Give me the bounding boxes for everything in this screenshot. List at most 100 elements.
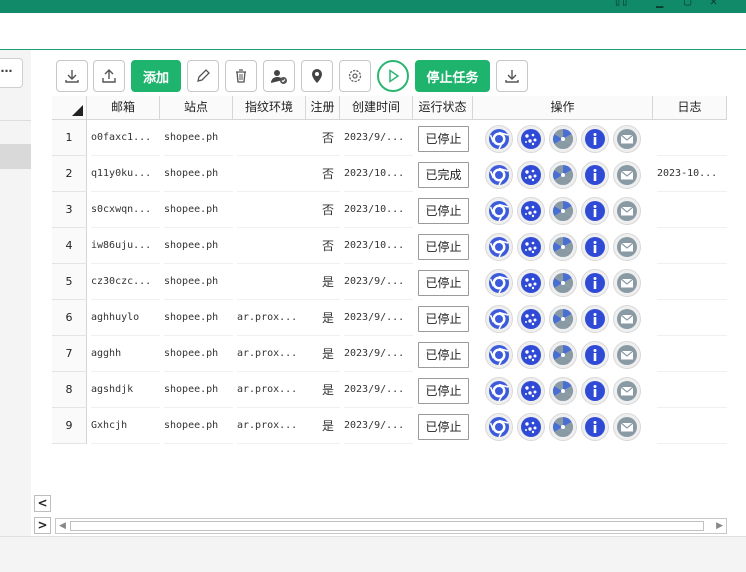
restore-icon[interactable]: ▯▯ xyxy=(614,0,628,8)
chrome-button[interactable] xyxy=(485,197,513,225)
cookie-button[interactable] xyxy=(517,269,545,297)
fan-button[interactable] xyxy=(549,341,577,369)
fan-button[interactable] xyxy=(549,269,577,297)
info-button[interactable] xyxy=(581,233,609,261)
column-header-actions[interactable]: 操作 xyxy=(473,96,653,120)
mail-button[interactable] xyxy=(613,233,641,261)
info-button[interactable] xyxy=(581,305,609,333)
selected-list-item[interactable] xyxy=(0,144,31,169)
mail-button[interactable] xyxy=(613,197,641,225)
status-button[interactable]: 已停止 xyxy=(418,306,469,332)
column-header-site[interactable]: 站点 xyxy=(160,96,233,120)
row-number[interactable]: 8 xyxy=(52,372,87,408)
row-number[interactable]: 2 xyxy=(52,156,87,192)
status-button[interactable]: 已停止 xyxy=(418,342,469,368)
row-number[interactable]: 1 xyxy=(52,120,87,156)
column-header-status[interactable]: 运行状态 xyxy=(413,96,473,120)
table-row[interactable]: 8 agshdjk shopee.ph ar.prox... 是 2023/9/... 已停… xyxy=(52,372,730,408)
fan-button[interactable] xyxy=(549,125,577,153)
add-button[interactable]: 添加 xyxy=(131,60,181,92)
mail-button[interactable] xyxy=(613,305,641,333)
mail-button[interactable] xyxy=(613,377,641,405)
table-row[interactable]: 9 Gxhcjh shopee.ph ar.prox... 是 2023/9/... 已停止 xyxy=(52,408,730,444)
import-button[interactable] xyxy=(56,60,88,92)
scroll-left-icon[interactable]: ◀ xyxy=(59,521,66,531)
settings-button[interactable] xyxy=(339,60,371,92)
fan-button[interactable] xyxy=(549,233,577,261)
chrome-button[interactable] xyxy=(485,341,513,369)
cookie-button[interactable] xyxy=(517,233,545,261)
info-button[interactable] xyxy=(581,341,609,369)
table-row[interactable]: 5 cz30czc... shopee.ph 是 2023/9/... 已停止 xyxy=(52,264,730,300)
info-button[interactable] xyxy=(581,161,609,189)
column-header-email[interactable]: 邮箱 xyxy=(87,96,160,120)
table-row[interactable]: 2 q11y0ku... shopee.ph 否 2023/10... 2023-10..… xyxy=(52,156,730,192)
status-button[interactable]: 已停止 xyxy=(418,126,469,152)
scrollbar-thumb[interactable] xyxy=(70,521,704,531)
info-button[interactable] xyxy=(581,269,609,297)
row-number[interactable]: 3 xyxy=(52,192,87,228)
expand-right-button[interactable]: > xyxy=(34,517,51,534)
scroll-right-icon[interactable]: ▶ xyxy=(716,521,723,531)
collapse-left-button[interactable]: < xyxy=(34,495,51,512)
select-all-corner[interactable] xyxy=(52,96,87,120)
chrome-button[interactable] xyxy=(485,161,513,189)
status-button[interactable]: 已停止 xyxy=(418,198,469,224)
row-number[interactable]: 9 xyxy=(52,408,87,444)
table-row[interactable]: 7 agghh shopee.ph ar.prox... 是 2023/9/... 已停止 xyxy=(52,336,730,372)
cookie-button[interactable] xyxy=(517,341,545,369)
fan-button[interactable] xyxy=(549,197,577,225)
fan-button[interactable] xyxy=(549,305,577,333)
stop-task-button[interactable]: 停止任务 xyxy=(415,60,490,92)
chrome-button[interactable] xyxy=(485,269,513,297)
status-button[interactable]: 已停止 xyxy=(418,378,469,404)
horizontal-scrollbar[interactable]: ◀ ▶ xyxy=(55,518,727,534)
chrome-button[interactable] xyxy=(485,413,513,441)
status-button[interactable]: 已停止 xyxy=(418,414,469,440)
location-button[interactable] xyxy=(301,60,333,92)
user-verify-button[interactable] xyxy=(263,60,295,92)
cookie-button[interactable] xyxy=(517,305,545,333)
status-button[interactable]: 已停止 xyxy=(418,270,469,296)
fan-button[interactable] xyxy=(549,161,577,189)
start-button[interactable] xyxy=(377,60,409,92)
table-row[interactable]: 4 iw86uju... shopee.ph 否 2023/10... 已停止 xyxy=(52,228,730,264)
delete-button[interactable] xyxy=(225,60,257,92)
cookie-button[interactable] xyxy=(517,197,545,225)
mail-button[interactable] xyxy=(613,125,641,153)
info-button[interactable] xyxy=(581,413,609,441)
minimize-icon[interactable]: ▁ xyxy=(656,0,663,8)
table-row[interactable]: 1 o0faxc1... shopee.ph 否 2023/9/... 已停止 xyxy=(52,120,730,156)
mail-button[interactable] xyxy=(613,413,641,441)
column-header-created[interactable]: 创建时间 xyxy=(340,96,413,120)
fan-button[interactable] xyxy=(549,377,577,405)
cookie-button[interactable] xyxy=(517,161,545,189)
more-options-button[interactable]: ⋯ xyxy=(0,58,23,88)
column-header-register[interactable]: 注册 xyxy=(306,96,340,120)
cookie-button[interactable] xyxy=(517,413,545,441)
maximize-icon[interactable]: ▢ xyxy=(684,0,691,8)
info-button[interactable] xyxy=(581,197,609,225)
edit-button[interactable] xyxy=(187,60,219,92)
row-number[interactable]: 7 xyxy=(52,336,87,372)
cookie-button[interactable] xyxy=(517,377,545,405)
mail-button[interactable] xyxy=(613,341,641,369)
table-row[interactable]: 6 aghhuylo shopee.ph ar.prox... 是 2023/9/... 已… xyxy=(52,300,730,336)
chrome-button[interactable] xyxy=(485,125,513,153)
close-icon[interactable]: ✕ xyxy=(710,0,717,8)
fan-button[interactable] xyxy=(549,413,577,441)
info-button[interactable] xyxy=(581,377,609,405)
mail-button[interactable] xyxy=(613,269,641,297)
column-header-env[interactable]: 指纹环境 xyxy=(233,96,306,120)
download-button[interactable] xyxy=(496,60,528,92)
chrome-button[interactable] xyxy=(485,305,513,333)
chrome-button[interactable] xyxy=(485,377,513,405)
row-number[interactable]: 4 xyxy=(52,228,87,264)
row-number[interactable]: 5 xyxy=(52,264,87,300)
table-row[interactable]: 3 s0cxwqn... shopee.ph 否 2023/10... 已停止 xyxy=(52,192,730,228)
chrome-button[interactable] xyxy=(485,233,513,261)
status-button[interactable]: 已完成 xyxy=(418,162,469,188)
info-button[interactable] xyxy=(581,125,609,153)
export-button[interactable] xyxy=(93,60,125,92)
cookie-button[interactable] xyxy=(517,125,545,153)
